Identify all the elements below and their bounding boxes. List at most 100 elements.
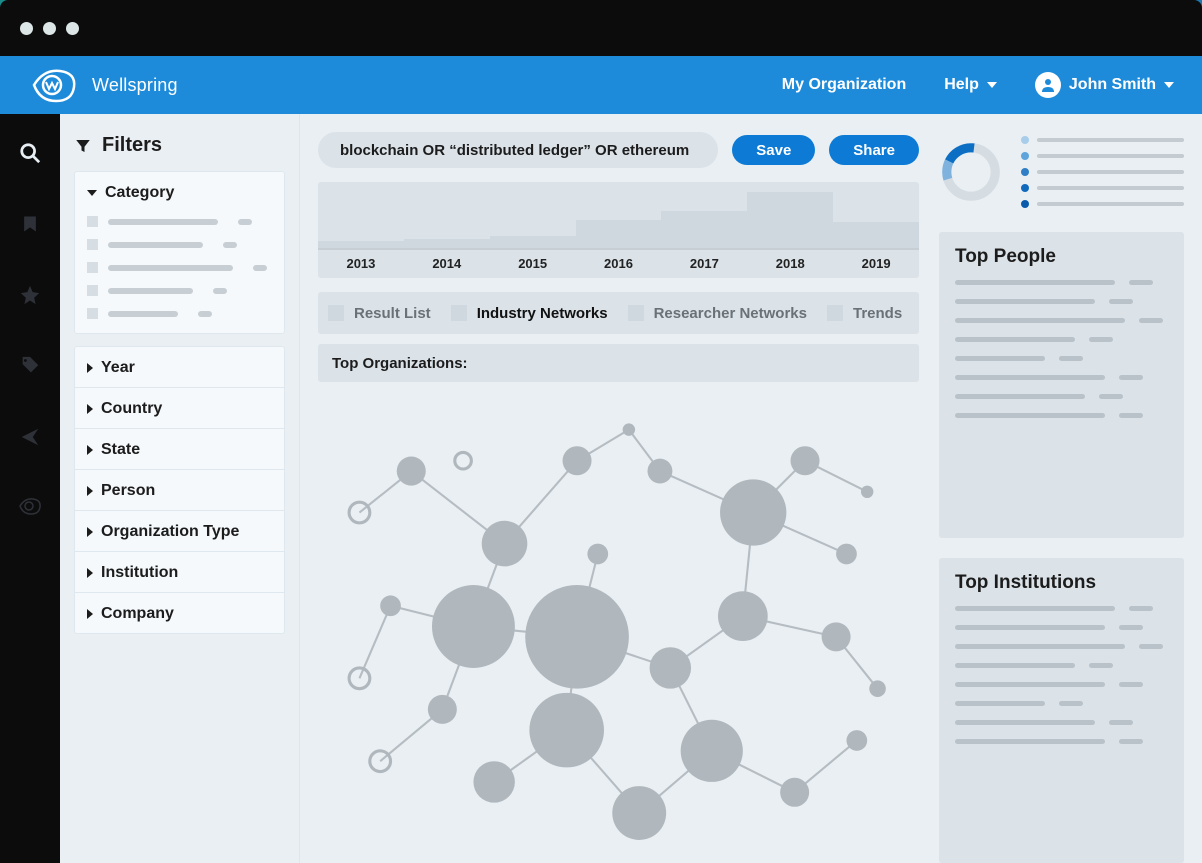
- list-item[interactable]: [955, 701, 1168, 706]
- tab-industry-networks[interactable]: Industry Networks: [451, 305, 608, 322]
- list-item-count: [1119, 625, 1143, 630]
- top-institutions-panel: Top Institutions: [939, 558, 1184, 863]
- list-item[interactable]: [955, 606, 1168, 611]
- star-icon[interactable]: [19, 284, 41, 311]
- tab-trends[interactable]: Trends: [827, 305, 902, 322]
- list-item[interactable]: [955, 413, 1168, 418]
- top-organizations-header: Top Organizations:: [318, 344, 919, 382]
- list-item[interactable]: [955, 625, 1168, 630]
- list-item[interactable]: [955, 318, 1168, 323]
- list-item-count: [1119, 413, 1143, 418]
- list-item-text: [955, 720, 1095, 725]
- legend-dot: [1021, 168, 1029, 176]
- list-item-text: [955, 644, 1125, 649]
- avatar-icon: [1035, 72, 1061, 98]
- list-item[interactable]: [955, 644, 1168, 649]
- tab-icon: [451, 305, 467, 321]
- timeline-tick: 2016: [576, 250, 662, 278]
- list-item[interactable]: [955, 663, 1168, 668]
- filter-option[interactable]: [87, 285, 272, 296]
- save-button[interactable]: Save: [732, 135, 815, 165]
- filter-option[interactable]: [87, 262, 272, 273]
- list-item[interactable]: [955, 337, 1168, 342]
- filter-option[interactable]: [87, 308, 272, 319]
- nav-user[interactable]: John Smith: [1035, 72, 1174, 98]
- bookmark-icon[interactable]: [20, 213, 40, 240]
- filter-state: State: [74, 429, 285, 470]
- tag-icon[interactable]: [19, 355, 41, 382]
- timeline-bar: [404, 239, 490, 248]
- search-icon[interactable]: [19, 142, 41, 169]
- filter-header[interactable]: Country: [75, 388, 284, 428]
- filter-label: Company: [101, 605, 174, 623]
- top-people-panel: Top People: [939, 232, 1184, 538]
- traffic-light-min[interactable]: [43, 22, 56, 35]
- legend-item: [1021, 152, 1184, 160]
- list-item-count: [1109, 720, 1133, 725]
- tab-icon: [328, 305, 344, 321]
- nav-my-organization[interactable]: My Organization: [782, 76, 906, 94]
- top-institutions-title: Top Institutions: [955, 572, 1168, 594]
- list-item[interactable]: [955, 299, 1168, 304]
- tab-result-list[interactable]: Result List: [328, 305, 431, 322]
- filter-header[interactable]: Institution: [75, 552, 284, 592]
- traffic-light-zoom[interactable]: [66, 22, 79, 35]
- list-item-count: [1119, 682, 1143, 687]
- list-item[interactable]: [955, 375, 1168, 380]
- filter-icon: [74, 137, 92, 155]
- timeline-bar: [833, 222, 919, 248]
- wellspring-icon[interactable]: [18, 497, 42, 520]
- legend-dot: [1021, 136, 1029, 144]
- filter-institution: Institution: [74, 552, 285, 593]
- nav-help[interactable]: Help: [944, 76, 997, 94]
- filter-header[interactable]: State: [75, 429, 284, 469]
- brand[interactable]: Wellspring: [30, 67, 178, 103]
- filter-header[interactable]: Person: [75, 470, 284, 510]
- share-icon[interactable]: [19, 426, 41, 453]
- list-item-text: [955, 394, 1085, 399]
- brand-name: Wellspring: [92, 75, 178, 96]
- list-item-text: [955, 318, 1125, 323]
- list-item-text: [955, 739, 1105, 744]
- timeline-tick: 2013: [318, 250, 404, 278]
- list-item-count: [1129, 280, 1153, 285]
- share-button[interactable]: Share: [829, 135, 919, 165]
- legend-line: [1037, 138, 1184, 142]
- traffic-light-close[interactable]: [20, 22, 33, 35]
- top-nav: My Organization Help John Smith: [782, 72, 1174, 98]
- list-item[interactable]: [955, 394, 1168, 399]
- filter-header[interactable]: Company: [75, 593, 284, 633]
- legend-dot: [1021, 184, 1029, 192]
- filter-header[interactable]: Organization Type: [75, 511, 284, 551]
- list-item-text: [955, 280, 1115, 285]
- tab-label: Trends: [853, 305, 902, 322]
- list-item-count: [1119, 739, 1143, 744]
- view-tabs: Result List Industry Networks Researcher N…: [318, 292, 919, 334]
- donut-legend: [1021, 136, 1184, 208]
- filter-option[interactable]: [87, 239, 272, 250]
- tab-researcher-networks[interactable]: Researcher Networks: [628, 305, 807, 322]
- legend-line: [1037, 154, 1184, 158]
- network-visualization[interactable]: [318, 390, 919, 863]
- filter-category-header[interactable]: Category: [75, 172, 284, 212]
- list-item[interactable]: [955, 356, 1168, 361]
- list-item[interactable]: [955, 280, 1168, 285]
- filter-header[interactable]: Year: [75, 347, 284, 387]
- list-item[interactable]: [955, 682, 1168, 687]
- filter-year: Year: [74, 346, 285, 388]
- search-input[interactable]: blockchain OR “distributed ledger” OR et…: [318, 132, 718, 168]
- filter-person: Person: [74, 470, 285, 511]
- timeline-bar: [576, 220, 662, 248]
- list-item[interactable]: [955, 720, 1168, 725]
- timeline-chart[interactable]: 2013201420152016201720182019: [318, 182, 919, 278]
- body: Filters Category YearCountryStatePersonO…: [0, 114, 1202, 863]
- list-item[interactable]: [955, 739, 1168, 744]
- filter-option[interactable]: [87, 216, 272, 227]
- search-row: blockchain OR “distributed ledger” OR et…: [318, 132, 919, 168]
- summary-widget: [939, 132, 1184, 212]
- chevron-down-icon: [1164, 82, 1174, 88]
- nav-my-organization-label: My Organization: [782, 76, 906, 94]
- timeline-bar: [661, 211, 747, 248]
- filter-category: Category: [74, 171, 285, 334]
- list-item-count: [1059, 701, 1083, 706]
